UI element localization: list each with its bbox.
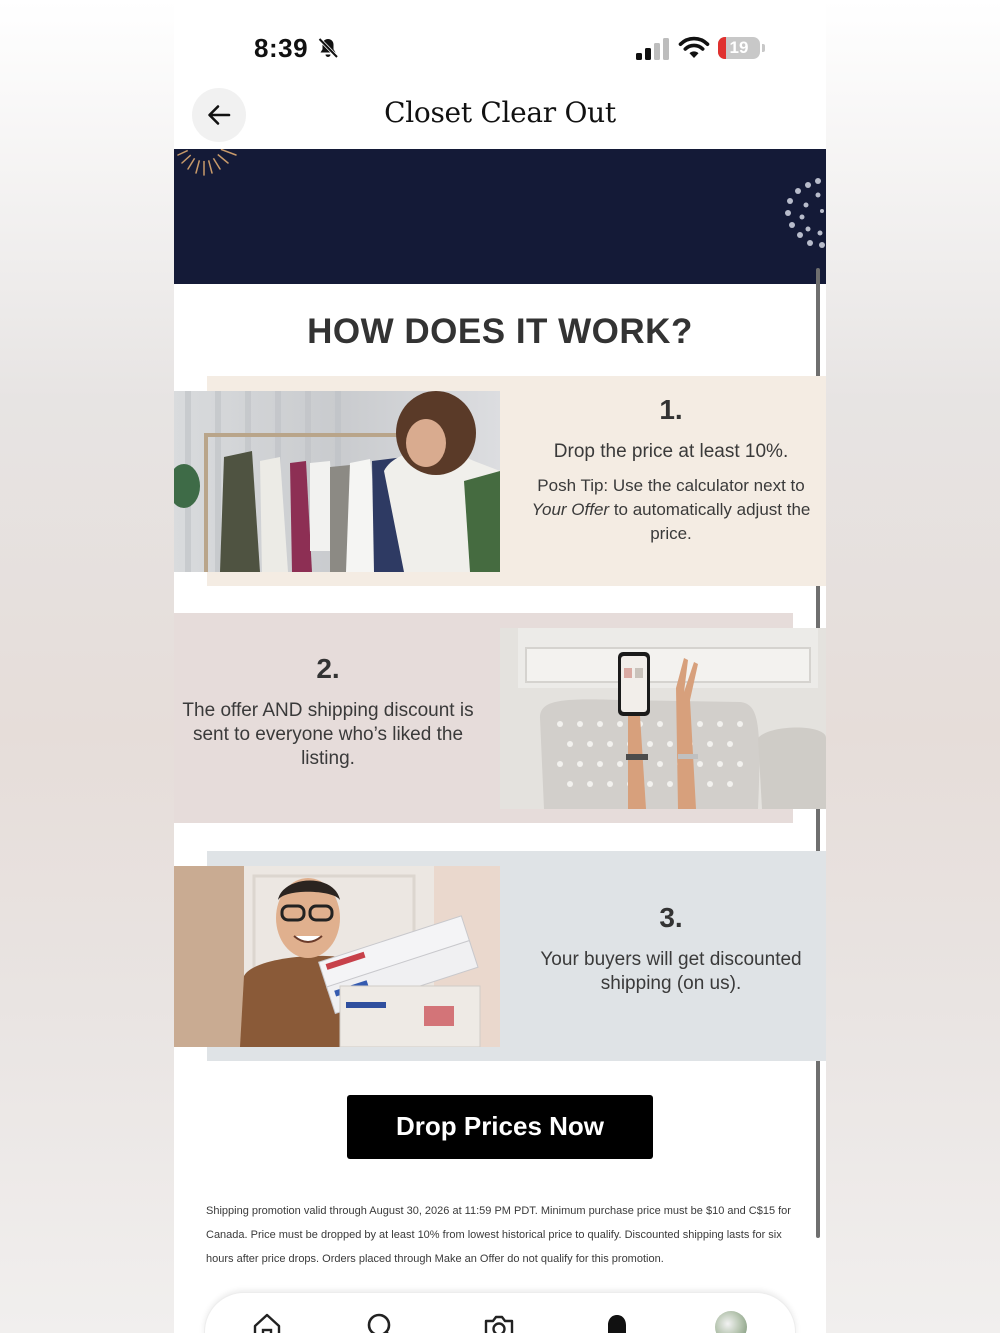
- camera-icon[interactable]: [483, 1311, 515, 1333]
- man-with-packages-photo: [174, 866, 500, 1047]
- step-3-photo: [174, 866, 500, 1047]
- wifi-icon: [678, 36, 710, 58]
- section-heading: HOW DOES IT WORK?: [307, 312, 693, 351]
- step-2-number: 2.: [316, 653, 340, 684]
- status-bar: 8:39 19: [174, 0, 826, 80]
- app-screen: 8:39 19 Closet Clear Out HOW DOES IT WOR…: [174, 0, 826, 1333]
- step-3-description: Your buyers will get discounted shipping…: [540, 949, 802, 994]
- page-title: Closet Clear Out: [384, 96, 616, 129]
- battery-level: 19: [729, 38, 749, 57]
- step-1-text: 1. Drop the price at least 10%. Posh Tip…: [530, 394, 812, 546]
- step-1-instruction: Drop the price at least 10%.: [553, 441, 789, 462]
- promotion-fine-print: Shipping promotion valid through August …: [206, 1205, 791, 1265]
- step-1-photo: [174, 391, 500, 572]
- bell-icon[interactable]: [601, 1311, 633, 1333]
- battery-indicator: 19: [718, 37, 766, 59]
- step-3-text: 3. Your buyers will get discounted shipp…: [530, 902, 812, 996]
- nav-header: Closet Clear Out: [174, 84, 826, 148]
- home-icon[interactable]: [251, 1311, 283, 1333]
- step-2-text: 2. The offer AND shipping discount is se…: [180, 653, 476, 771]
- drop-prices-now-button[interactable]: Drop Prices Now: [347, 1095, 653, 1159]
- step-1-tip-prefix: Posh Tip: Use the calculator next to: [537, 476, 805, 495]
- status-time: 8:39: [254, 33, 309, 63]
- step-2-photo: [500, 628, 826, 809]
- step-1-tip-suffix: to automatically adjust the price.: [609, 500, 811, 543]
- step-3-number: 3.: [659, 902, 683, 933]
- silent-bell-icon: [318, 37, 339, 59]
- step-1-tip: Posh Tip: Use the calculator next to You…: [530, 474, 812, 546]
- search-icon[interactable]: [365, 1311, 397, 1333]
- step-1-tip-italic: Your Offer: [531, 500, 610, 519]
- phone-in-bed-photo: [500, 628, 826, 809]
- bottom-tab-bar: [204, 1292, 796, 1333]
- step-2-description: The offer AND shipping discount is sent …: [182, 700, 474, 769]
- clothing-rack-photo: [174, 391, 500, 572]
- firework-decoration: [177, 149, 237, 176]
- cellular-signal-icon: [636, 38, 669, 60]
- hero-banner: [174, 149, 826, 284]
- step-1-number: 1.: [659, 394, 683, 425]
- dots-decoration: [785, 178, 825, 248]
- profile-avatar[interactable]: [715, 1311, 747, 1333]
